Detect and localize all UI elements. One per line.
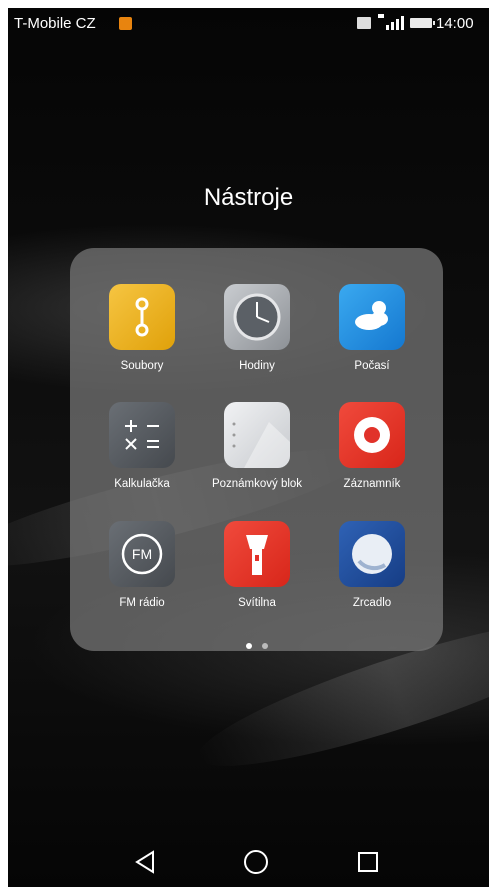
notification-icon [119, 17, 132, 30]
page-dot[interactable] [261, 643, 268, 649]
app-kalkulacka[interactable]: Kalkulačka [82, 402, 202, 512]
app-pocasi[interactable]: Počasí [312, 284, 432, 394]
flashlight-icon [224, 521, 290, 587]
calculator-icon [109, 402, 175, 468]
app-label: Svítilna [238, 597, 276, 609]
app-label: Soubory [120, 360, 164, 372]
status-bar: T-Mobile CZ 14:00 [8, 8, 489, 38]
app-label: Počasí [354, 360, 390, 372]
app-label: Zrcadlo [352, 597, 392, 609]
svg-text:FM: FM [132, 546, 152, 562]
signal-icon [378, 14, 404, 30]
app-label: Kalkulačka [114, 478, 170, 490]
app-label: Záznamník [343, 478, 401, 490]
app-poznamkovy-blok[interactable]: Poznámkový blok [197, 402, 317, 512]
weather-icon [339, 284, 405, 350]
home-icon [244, 850, 268, 874]
recents-icon [358, 852, 378, 872]
clock-icon [224, 284, 290, 350]
app-label: Poznámkový blok [211, 478, 303, 490]
status-time: 14:00 [436, 15, 474, 32]
back-icon [135, 850, 154, 874]
app-zaznamnik[interactable]: Záznamník [312, 402, 432, 512]
app-zrcadlo[interactable]: Zrcadlo [312, 521, 432, 631]
folder-title[interactable]: Nástroje [8, 184, 489, 212]
app-label: FM rádio [119, 597, 165, 609]
app-svitilna[interactable]: Svítilna [197, 521, 317, 631]
files-icon [109, 284, 175, 350]
sim-icon [357, 17, 371, 29]
home-button[interactable] [240, 846, 272, 878]
recents-button[interactable] [352, 846, 384, 878]
page-indicator [70, 636, 443, 654]
page-dot-active[interactable] [245, 643, 252, 649]
app-hodiny[interactable]: Hodiny [197, 284, 317, 394]
phone-screen: T-Mobile CZ 14:00 Nástroje Soubory Hodin… [8, 8, 489, 887]
app-label: Hodiny [239, 360, 275, 372]
carrier-name: T-Mobile CZ [14, 15, 96, 32]
navigation-bar [8, 838, 489, 887]
notepad-icon [224, 402, 290, 468]
app-fm-radio[interactable]: FM FM rádio [82, 521, 202, 631]
folder-panel: Soubory Hodiny Počasí Kalkulačka Poznámk… [70, 248, 443, 651]
recorder-icon [339, 402, 405, 468]
mirror-icon [339, 521, 405, 587]
battery-icon [410, 18, 435, 28]
fm-radio-icon: FM [109, 521, 175, 587]
app-soubory[interactable]: Soubory [82, 284, 202, 394]
back-button[interactable] [130, 846, 162, 878]
